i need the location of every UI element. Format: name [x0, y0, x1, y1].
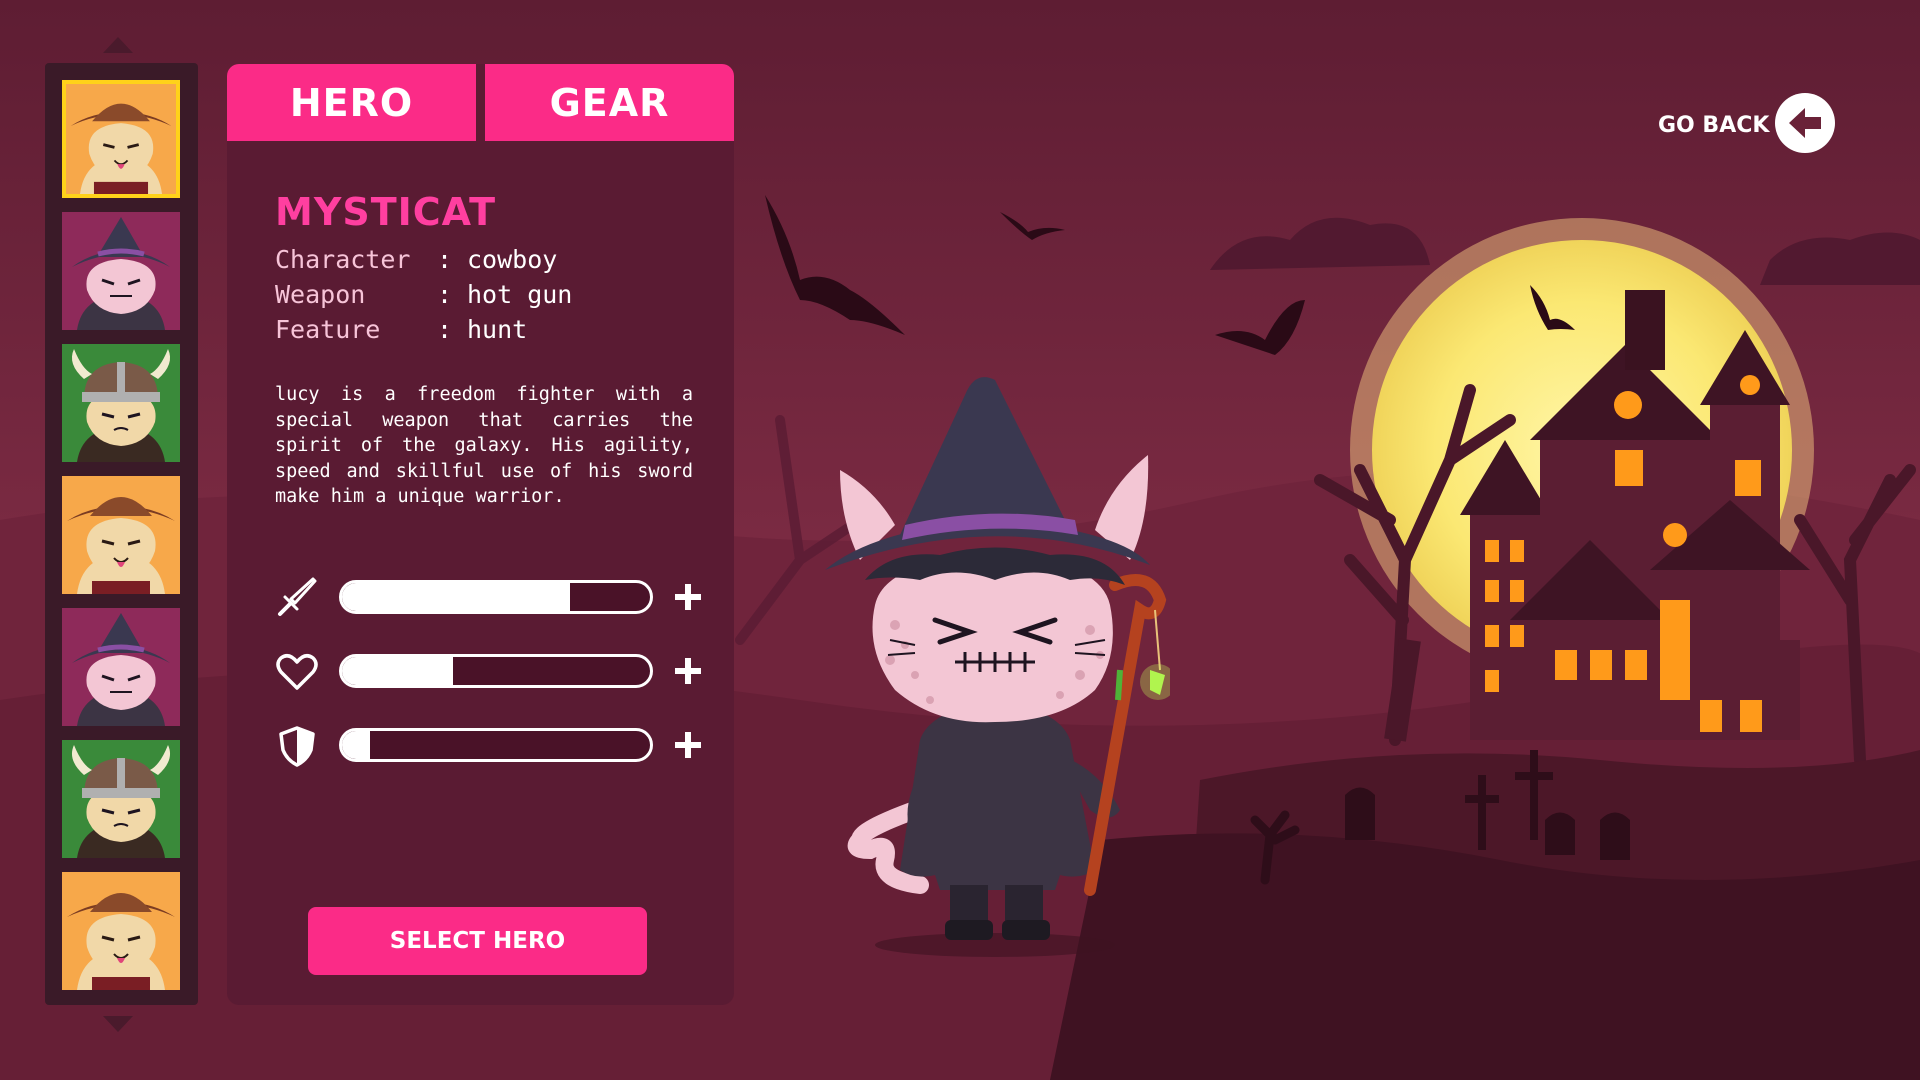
witch-cat-avatar: [62, 608, 180, 726]
attack-plus-button[interactable]: [671, 580, 705, 614]
attribute-row: Feature: hunt: [275, 315, 527, 344]
attribute-separator: :: [437, 245, 453, 274]
tab-hero[interactable]: HERO: [227, 64, 476, 141]
defense-plus-button[interactable]: [671, 728, 705, 762]
attribute-row: Weapon: hot gun: [275, 280, 572, 309]
attribute-value: hot gun: [467, 280, 573, 309]
roster-slot-viking[interactable]: [62, 740, 180, 858]
sword-icon: [278, 577, 317, 616]
hero-character-preview: [825, 377, 1170, 957]
shield-icon: [279, 726, 315, 767]
go-back-circle: [1775, 93, 1835, 153]
attribute-label: Feature: [275, 315, 381, 344]
witch-cat-avatar: [62, 212, 180, 330]
go-back-button[interactable]: GO BACK: [1658, 93, 1838, 155]
heart-icon: [276, 654, 318, 690]
roster-slot-cowboy[interactable]: [62, 80, 180, 198]
roster-slot-witch[interactable]: [62, 608, 180, 726]
attribute-value: cowboy: [467, 245, 558, 274]
viking-cat-avatar: [62, 740, 180, 858]
defense-stat-bar: [339, 728, 653, 762]
select-hero-button[interactable]: SELECT HERO: [308, 907, 647, 975]
attribute-label: Character: [275, 245, 411, 274]
go-back-label: GO BACK: [1658, 113, 1770, 138]
attribute-row: Character: cowboy: [275, 245, 557, 274]
cowboy-cat-avatar: [66, 84, 176, 194]
roster-slot-viking[interactable]: [62, 344, 180, 462]
attribute-value: hunt: [467, 315, 528, 344]
roster-slot-cowboy[interactable]: [62, 872, 180, 990]
defense-stat-fill: [342, 731, 370, 759]
attribute-label: Weapon: [275, 280, 366, 309]
tab-gear[interactable]: GEAR: [485, 64, 734, 141]
roster-scroll-up-button[interactable]: [103, 37, 133, 53]
arrow-left-icon: [1789, 108, 1821, 138]
hero-description: lucy is a freedom fighter with a special…: [275, 384, 693, 507]
attribute-separator: :: [437, 315, 453, 344]
cowboy-cat-avatar: [62, 872, 180, 990]
attack-stat-bar: [339, 580, 653, 614]
roster-slot-witch[interactable]: [62, 212, 180, 330]
hero-info-panel: HERO GEAR MYSTICAT Character: cowboy Weap…: [227, 64, 734, 1005]
viking-cat-avatar: [62, 344, 180, 462]
attack-stat-fill: [342, 583, 570, 611]
cowboy-cat-avatar: [62, 476, 180, 594]
roster-scroll-down-button[interactable]: [103, 1016, 133, 1032]
health-plus-button[interactable]: [671, 654, 705, 688]
health-stat-bar: [339, 654, 653, 688]
attribute-separator: :: [437, 280, 453, 309]
hero-name: MYSTICAT: [275, 190, 497, 234]
roster-slot-cowboy[interactable]: [62, 476, 180, 594]
health-stat-fill: [342, 657, 453, 685]
